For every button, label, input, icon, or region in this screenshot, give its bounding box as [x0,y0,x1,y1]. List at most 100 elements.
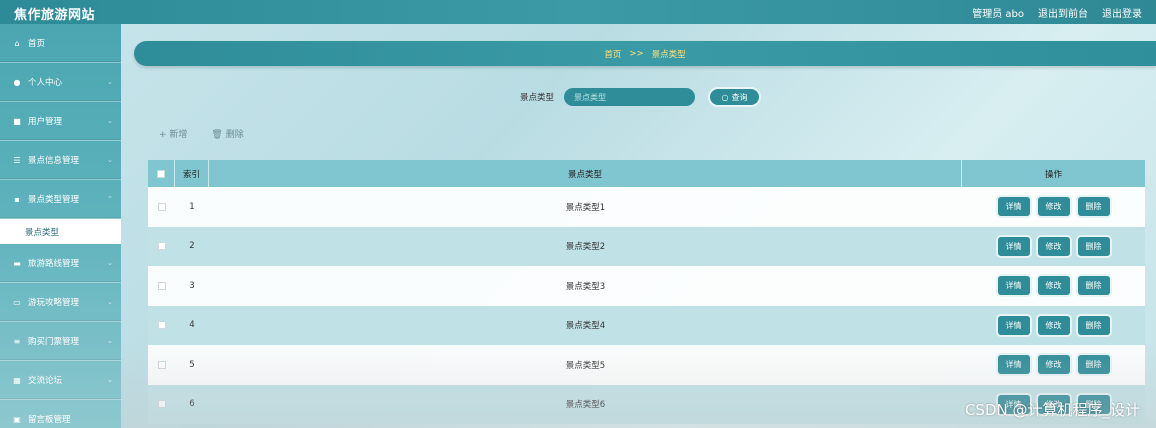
row-actions: 详情 修改 删除 [962,187,1145,227]
monitor-icon: ▭ [13,297,21,307]
site-title: 焦作旅游网站 [14,8,96,23]
sidebar-item-label: 景点信息管理 [28,156,80,166]
detail-button[interactable]: 详情 [997,355,1030,375]
search-button-label: 查询 [731,92,748,102]
row-type: 景点类型1 [565,202,606,213]
sidebar-item-routes[interactable]: ▬ 旅游路线管理 ⌄ [0,244,121,283]
row-checkbox[interactable] [157,242,166,251]
table-header: 索引 景点类型 操作 [148,160,1145,187]
chevron-down-icon: ⌄ [107,298,113,306]
logout-link[interactable]: 退出登录 [1102,5,1142,20]
table-body: 1 景点类型1 详情 修改 删除 2 景点类型2 详情 修改 删除 3 景点类型3 详情 修改 删除 4 景点类… [148,187,1145,424]
edit-button[interactable]: 修改 [1037,276,1070,296]
row-checkbox-cell [148,385,175,425]
detail-button[interactable]: 详情 [997,315,1030,335]
chevron-down-icon: ⌄ [107,259,113,267]
edit-button[interactable]: 修改 [1037,197,1070,217]
row-type: 景点类型5 [565,360,606,371]
top-links: 管理员 abo 退出到前台 退出登录 [972,5,1142,20]
delete-button[interactable]: 删除 [1077,355,1110,375]
forum-icon: ▦ [13,375,21,385]
row-checkbox[interactable] [157,281,166,290]
row-index: 3 [189,280,195,291]
chevron-down-icon: ⌄ [107,337,113,345]
trash-icon: 🗑 [211,130,226,140]
delete-button[interactable]: 删除 [1077,197,1110,217]
row-type: 景点类型3 [565,281,606,292]
admin-user-label[interactable]: 管理员 abo [972,5,1024,20]
list-icon: ≡ [13,336,21,346]
search-icon: ○ [721,92,729,102]
delete-button[interactable]: 删除 [1077,315,1110,335]
sidebar-item-user-mgmt[interactable]: ■ 用户管理 ⌄ [0,102,121,141]
sidebar-item-label: 用户管理 [28,117,63,127]
search-input[interactable] [564,88,696,106]
sidebar-item-label: 景点类型管理 [28,195,80,205]
chevron-down-icon: ⌄ [107,117,113,125]
data-table: 索引 景点类型 操作 1 景点类型1 详情 修改 删除 2 景点类型2 详情 修改 删除 3 景点类型… [148,160,1145,424]
row-index: 4 [189,320,195,331]
edit-button[interactable]: 修改 [1037,355,1070,375]
sidebar-item-messages[interactable]: ▣ 留言板管理 [0,400,121,428]
sidebar-item-label: 交流论坛 [28,376,63,386]
edit-button[interactable]: 修改 [1037,315,1070,335]
row-type: 景点类型4 [565,321,606,332]
sidebar-item-label: 个人中心 [28,78,63,88]
breadcrumb-separator: >> [629,48,644,59]
row-type: 景点类型2 [565,242,606,253]
table-row: 3 景点类型3 详情 修改 删除 [148,266,1145,306]
row-checkbox[interactable] [157,321,166,330]
edit-button[interactable]: 修改 [1037,236,1070,256]
row-checkbox[interactable] [157,360,166,369]
chevron-up-icon: ⌃ [107,195,113,203]
detail-button[interactable]: 详情 [997,276,1030,296]
sidebar-item-forum[interactable]: ▦ 交流论坛 ⌄ [0,361,121,400]
search-button[interactable]: ○ 查询 [708,87,762,107]
delete-button[interactable]: 删除 [1077,236,1110,256]
header-type: 景点类型 [209,160,962,187]
delete-button[interactable]: 删除 [1077,276,1110,296]
sidebar-subitem-scenic-type[interactable]: 景点类型 [0,219,121,244]
row-checkbox-cell [148,266,175,306]
watermark: CSDN @计算机程序_设计 [964,401,1140,419]
detail-button[interactable]: 详情 [997,197,1030,217]
row-type: 景点类型6 [565,400,606,411]
table-row: 5 景点类型5 详情 修改 删除 [148,345,1145,385]
sidebar-item-label: 首页 [28,39,46,49]
search-row: 景点类型 ○ 查询 [520,87,762,107]
row-actions: 详情 修改 删除 [962,345,1145,385]
row-checkbox-cell [148,345,175,385]
row-actions: 详情 修改 删除 [962,227,1145,267]
batch-delete-button[interactable]: 🗑 删除 [211,127,243,140]
sidebar-item-scenic-info[interactable]: ☰ 景点信息管理 ⌄ [0,141,121,180]
sidebar-item-label: 留言板管理 [28,415,71,425]
sliders-icon: ☰ [13,155,21,165]
detail-button[interactable]: 详情 [997,236,1030,256]
top-bar: 焦作旅游网站 管理员 abo 退出到前台 退出登录 [0,0,1156,24]
table-row: 2 景点类型2 详情 修改 删除 [148,226,1145,267]
sidebar: ⌂ 首页 ● 个人中心 ⌄ ■ 用户管理 ⌄ ☰ 景点信息管理 ⌄ ▪ 景点类型… [0,24,121,428]
breadcrumb-home[interactable]: 首页 [604,48,621,60]
select-all-checkbox[interactable] [157,169,165,178]
back-to-front-link[interactable]: 退出到前台 [1038,5,1088,20]
select-all-cell [148,160,175,187]
home-icon: ⌂ [14,38,20,48]
action-row: + 新增 🗑 删除 [159,127,244,140]
sidebar-item-scenic-type[interactable]: ▪ 景点类型管理 ⌃ [0,180,121,219]
row-index: 2 [189,241,195,252]
sidebar-item-guides[interactable]: ▭ 游玩攻略管理 ⌄ [0,283,121,322]
sidebar-item-personal-center[interactable]: ● 个人中心 ⌄ [0,63,121,102]
sidebar-item-tickets[interactable]: ≡ 购买门票管理 ⌄ [0,322,121,361]
chevron-down-icon: ⌄ [107,78,113,86]
batch-delete-label: 删除 [225,130,244,140]
add-button[interactable]: + 新增 [159,127,187,140]
chevron-down-icon: ⌄ [107,376,113,384]
user-icon: ● [13,77,21,87]
row-checkbox[interactable] [157,400,166,409]
row-index: 5 [189,359,195,370]
sidebar-item-home[interactable]: ⌂ 首页 [0,24,121,63]
row-checkbox-cell [148,227,175,267]
table-row: 1 景点类型1 详情 修改 删除 [148,187,1145,227]
row-actions: 详情 修改 删除 [962,266,1145,306]
row-checkbox[interactable] [157,202,166,211]
